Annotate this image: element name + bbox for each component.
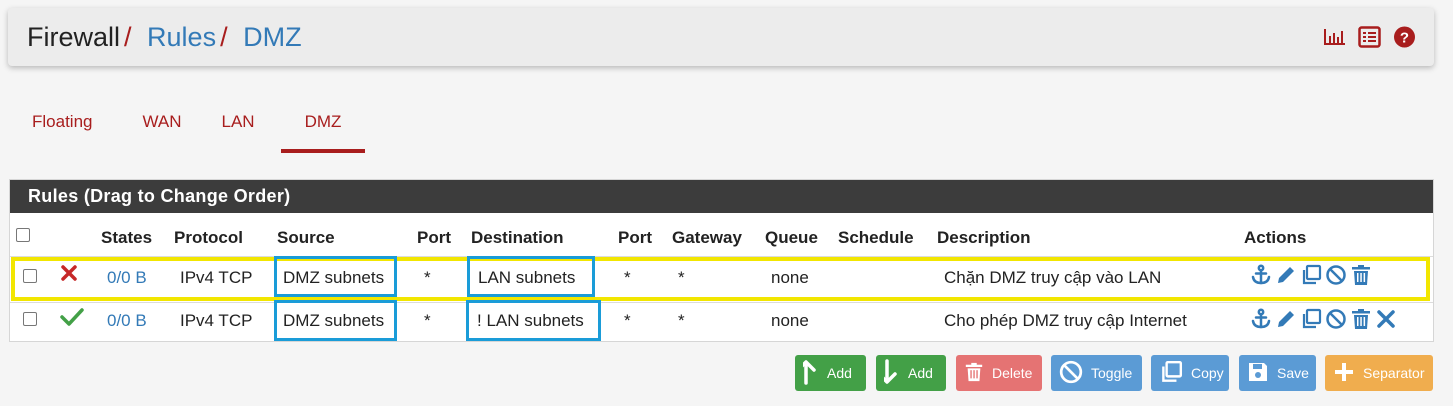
edit-pencil-icon[interactable]: [1275, 308, 1297, 330]
rule-states[interactable]: 0/0 B: [107, 311, 147, 331]
delete-label: Delete: [992, 365, 1033, 381]
panel-title: Rules (Drag to Change Order): [10, 180, 1433, 213]
column-header-schedule[interactable]: Schedule: [838, 228, 914, 248]
rule-protocol: IPv4 TCP: [180, 311, 253, 330]
breadcrumb-dmz-link[interactable]: DMZ: [243, 22, 301, 52]
highlight-destination-box: [467, 256, 595, 297]
trash-icon: [964, 361, 984, 386]
pass-check-icon: [60, 307, 84, 332]
interface-tabs: Floating WAN LAN DMZ: [12, 108, 366, 154]
tab-lan[interactable]: LAN: [202, 108, 281, 153]
column-header-gateway[interactable]: Gateway: [672, 228, 742, 248]
column-header-protocol[interactable]: Protocol: [174, 228, 243, 248]
floppy-save-icon: [1247, 361, 1269, 386]
add-top-button[interactable]: Add: [795, 355, 866, 391]
highlight-destination-box: [466, 300, 601, 341]
trash-icon[interactable]: [1350, 308, 1372, 330]
page-header: Firewall / Rules / DMZ ?: [8, 8, 1434, 66]
breadcrumb-rules-link[interactable]: Rules: [147, 22, 216, 52]
disable-ban-icon[interactable]: [1325, 308, 1347, 330]
ban-icon: [1059, 360, 1083, 387]
add-bottom-button[interactable]: Add: [876, 355, 946, 391]
breadcrumb-firewall: Firewall: [27, 22, 121, 52]
column-header-source[interactable]: Source: [277, 228, 335, 248]
copy-label: Copy: [1191, 365, 1224, 381]
help-icon[interactable]: ?: [1393, 26, 1416, 48]
arrow-down-icon: [881, 358, 900, 388]
anchor-icon[interactable]: [1250, 308, 1272, 330]
rule-destination-port: *: [624, 311, 631, 330]
toggle-button[interactable]: Toggle: [1051, 355, 1142, 391]
separator-label: Separator: [1363, 365, 1425, 381]
highlight-source-box: [274, 300, 397, 341]
separator-button[interactable]: Separator: [1325, 355, 1433, 391]
column-header-port[interactable]: Port: [417, 228, 451, 248]
rule-actions: [1250, 308, 1397, 330]
highlight-source-box: [274, 256, 397, 297]
plus-icon: [1333, 361, 1355, 386]
copy-icon[interactable]: [1300, 308, 1322, 330]
copy-icon: [1159, 360, 1183, 387]
row-select-checkbox[interactable]: [23, 312, 37, 326]
delete-button[interactable]: Delete: [956, 355, 1042, 391]
delete-x-icon[interactable]: [1375, 308, 1397, 330]
column-header-actions: Actions: [1244, 228, 1307, 247]
tab-wan[interactable]: WAN: [112, 108, 201, 153]
rule-source-port: *: [424, 311, 431, 330]
add-bottom-label: Add: [908, 365, 933, 381]
save-label: Save: [1277, 365, 1309, 381]
breadcrumb-separator: /: [220, 22, 228, 52]
arrow-up-icon: [800, 359, 819, 388]
tab-dmz[interactable]: DMZ: [280, 108, 366, 153]
column-header-dest-port[interactable]: Port: [618, 228, 652, 248]
select-all-checkbox[interactable]: [16, 228, 30, 242]
breadcrumb-separator: /: [124, 22, 132, 52]
rule-description: Cho phép DMZ truy cập Internet: [944, 311, 1187, 330]
row-divider: [10, 302, 1433, 303]
column-header-destination[interactable]: Destination: [471, 228, 564, 248]
column-header-states[interactable]: States: [101, 228, 152, 248]
copy-button[interactable]: Copy: [1151, 355, 1229, 391]
add-top-label: Add: [827, 365, 852, 381]
highlight-row-box: [11, 257, 1430, 301]
toggle-label: Toggle: [1091, 365, 1133, 381]
rule-queue: none: [771, 311, 809, 330]
save-button[interactable]: Save: [1239, 355, 1316, 391]
chart-icon[interactable]: [1323, 26, 1346, 48]
tab-floating[interactable]: Floating: [12, 108, 112, 153]
column-header-queue[interactable]: Queue: [765, 228, 818, 248]
svg-text:?: ?: [1400, 30, 1409, 47]
breadcrumb: Firewall / Rules / DMZ: [27, 22, 302, 53]
rule-gateway: *: [678, 311, 685, 330]
list-icon[interactable]: [1358, 26, 1381, 48]
column-header-description[interactable]: Description: [937, 228, 1031, 248]
